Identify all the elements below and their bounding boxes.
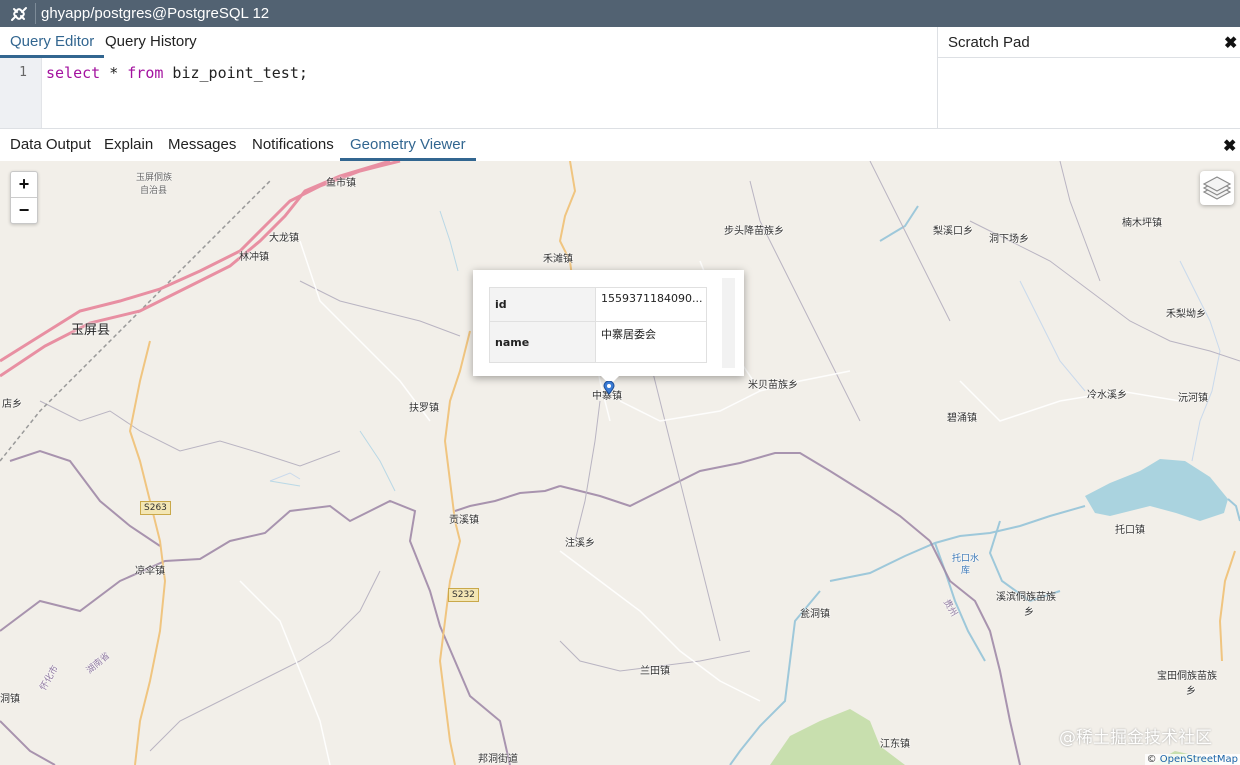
tab-explain[interactable]: Explain	[94, 129, 163, 160]
zoom-out-button[interactable]: −	[11, 197, 37, 223]
map-label: 玉屏县	[71, 323, 111, 338]
map-point-marker[interactable]	[603, 381, 615, 395]
map-label: 林冲镇	[239, 252, 269, 263]
scratch-pad-header: Scratch Pad ✖	[938, 27, 1240, 58]
map-label: 洞镇	[0, 694, 20, 705]
map-label: 梨溪口乡	[933, 226, 973, 237]
attribute-value: 中寨居委会	[595, 321, 707, 363]
feature-attribute-table: id 1559371184090... name 中寨居委会	[489, 287, 707, 363]
map-label: 步头降苗族乡	[724, 226, 784, 237]
map-base-layer	[0, 161, 1240, 765]
attribute-value: 1559371184090...	[595, 287, 707, 322]
map-label: 凉伞镇	[135, 566, 165, 577]
map-label: 库	[961, 566, 971, 576]
map-label: 鱼市镇	[326, 178, 356, 189]
close-icon[interactable]: ✖	[1224, 33, 1237, 53]
plug-icon	[11, 7, 27, 21]
map-label: 溪滨侗族苗族	[996, 592, 1056, 603]
layers-icon	[1202, 176, 1232, 200]
connection-title: ghyapp/postgres@PostgreSQL 12	[41, 5, 270, 22]
openstreetmap-link[interactable]: OpenStreetMap	[1160, 754, 1238, 765]
attribute-key: name	[489, 321, 596, 363]
map-label: 乡	[1186, 686, 1196, 697]
tab-query-editor[interactable]: Query Editor	[0, 27, 105, 58]
map-label: 玉屏侗族	[136, 173, 173, 183]
tab-query-history[interactable]: Query History	[95, 27, 207, 57]
zoom-in-button[interactable]: +	[11, 172, 37, 197]
editor-tab-bar: Query Editor Query History	[0, 27, 937, 59]
attribution-prefix: ©	[1146, 754, 1160, 765]
close-icon[interactable]: ✖	[1223, 136, 1236, 156]
code-star: *	[100, 64, 128, 82]
map-label: 瓮洞镇	[800, 609, 830, 620]
map-label: 禾梨坳乡	[1166, 309, 1206, 320]
title-separator	[35, 3, 36, 24]
map-label: 托口镇	[1115, 525, 1145, 536]
map-label: 冷水溪乡	[1087, 390, 1127, 401]
watermark-text: @稀土掘金技术社区	[1059, 728, 1212, 748]
map-label: 自治县	[140, 186, 168, 196]
code-line[interactable]: select * from biz_point_test;	[46, 64, 308, 82]
line-number: 1	[19, 65, 27, 80]
code-table-name: biz_point_test;	[163, 64, 308, 82]
tab-geometry-viewer[interactable]: Geometry Viewer	[340, 129, 476, 161]
map-label: 注溪乡	[565, 538, 595, 549]
map-label: 碧涌镇	[947, 413, 977, 424]
map-label: 兰田镇	[640, 666, 670, 677]
popup-scrollbar[interactable]	[722, 278, 735, 368]
map-attribution: © OpenStreetMap	[1144, 754, 1240, 765]
table-row: id 1559371184090...	[489, 287, 707, 322]
map-label: 邦洞街道	[478, 754, 518, 765]
map-label: 贡溪镇	[449, 515, 479, 526]
keyword-select: select	[46, 64, 101, 82]
keyword-from: from	[127, 64, 164, 82]
tab-notifications[interactable]: Notifications	[242, 129, 344, 160]
map-label: 乡	[1024, 607, 1034, 618]
map-label: 洞下场乡	[989, 234, 1029, 245]
map-label: 沅河镇	[1178, 393, 1208, 404]
tab-messages[interactable]: Messages	[158, 129, 246, 160]
scratch-pad-panel: Scratch Pad ✖	[937, 27, 1240, 128]
scratch-pad-title: Scratch Pad	[948, 34, 1030, 51]
map-label: 店乡	[2, 399, 22, 410]
tab-data-output[interactable]: Data Output	[0, 129, 101, 160]
map-label: 江东镇	[880, 739, 910, 750]
feature-popup: id 1559371184090... name 中寨居委会	[473, 270, 744, 385]
sql-editor[interactable]: 1 select * from biz_point_test;	[0, 58, 937, 128]
title-bar: ghyapp/postgres@PostgreSQL 12	[0, 0, 1240, 27]
map-label: 大龙镇	[269, 233, 299, 244]
map-label: 扶罗镇	[409, 403, 439, 414]
attribute-key: id	[489, 287, 596, 322]
layers-button[interactable]	[1200, 171, 1234, 205]
map-label: 禾滩镇	[543, 254, 573, 265]
map-label: 宝田侗族苗族	[1157, 671, 1217, 682]
geometry-map[interactable]: 玉屏侗族 自治县 鱼市镇 大龙镇 林冲镇 玉屏县 禾滩镇 步头降苗族乡 梨溪口乡…	[0, 161, 1240, 765]
road-shield: S232	[448, 588, 479, 602]
line-gutter: 1	[0, 58, 42, 128]
road-shield: S263	[140, 501, 171, 515]
map-label: 楠木坪镇	[1122, 218, 1162, 229]
table-row: name 中寨居委会	[489, 321, 707, 363]
map-label: 米贝苗族乡	[748, 380, 798, 391]
results-tab-bar: Data Output Explain Messages Notificatio…	[0, 128, 1240, 162]
zoom-control: + −	[10, 171, 38, 224]
